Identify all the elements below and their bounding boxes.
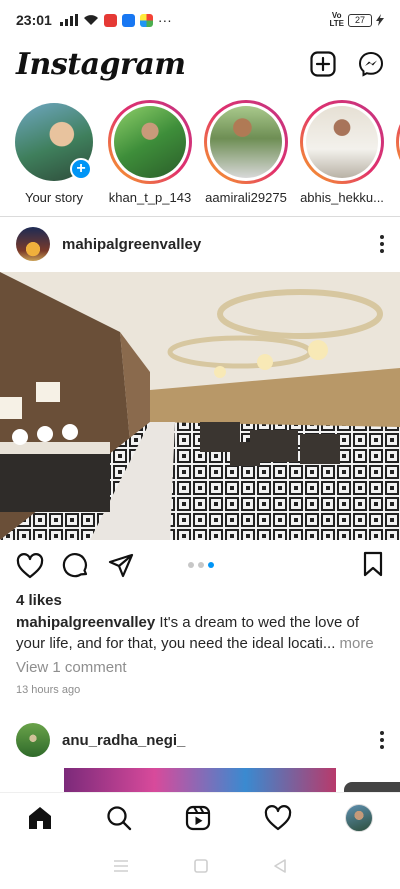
post-image-partial[interactable]	[64, 768, 336, 792]
more-options-icon[interactable]	[380, 731, 384, 749]
story-ring	[396, 100, 400, 184]
post-author-avatar[interactable]	[16, 723, 50, 757]
share-send-icon[interactable]	[108, 553, 134, 579]
view-comments-link[interactable]: View 1 comment	[16, 659, 127, 676]
post-header: mahipalgreenvalley	[0, 216, 400, 272]
reels-icon[interactable]	[185, 805, 211, 831]
menu-icon[interactable]	[112, 859, 130, 873]
post-author-avatar[interactable]	[16, 227, 50, 261]
activity-heart-icon[interactable]	[264, 804, 292, 831]
carousel-indicator	[188, 562, 214, 568]
post-header: anu_radha_negi_	[0, 712, 400, 768]
story-label: Your story	[24, 190, 84, 205]
more-options-icon[interactable]	[380, 235, 384, 253]
bottom-nav	[0, 792, 400, 842]
avatar	[210, 106, 282, 178]
story-avatar-wrap: +	[12, 100, 96, 184]
status-bar: 23:01 ··· Vo LTE 27	[0, 0, 400, 40]
story-item[interactable]: abhis_hekku...	[294, 100, 390, 210]
mi-app-icon	[103, 13, 117, 27]
avatar	[306, 106, 378, 178]
home-icon[interactable]	[27, 805, 53, 831]
volte-indicator: Vo LTE	[329, 11, 344, 28]
profile-avatar[interactable]	[345, 803, 374, 832]
post-username[interactable]: mahipalgreenvalley	[62, 236, 201, 253]
charging-icon	[376, 14, 384, 26]
system-nav-bar	[0, 842, 400, 889]
like-count[interactable]: 4 likes	[16, 592, 62, 609]
story-your-story[interactable]: + Your story	[6, 100, 102, 210]
carousel-dot-active	[208, 562, 214, 568]
story-item[interactable]: khan_t_p_143	[102, 100, 198, 210]
battery-icon: 27	[348, 13, 372, 27]
status-time: 23:01	[16, 12, 52, 28]
comment-icon[interactable]	[62, 552, 90, 580]
status-icons: ···	[59, 12, 172, 28]
facebook-icon	[121, 13, 135, 27]
carousel-dot	[188, 562, 194, 568]
caption-username[interactable]: mahipalgreenvalley	[16, 614, 155, 631]
messenger-icon[interactable]	[358, 51, 384, 77]
story-label: aamirali29275	[205, 190, 287, 205]
signal-icon	[59, 14, 78, 26]
home-square-icon[interactable]	[193, 858, 209, 874]
bookmark-icon[interactable]	[362, 551, 384, 577]
post-image[interactable]	[0, 272, 400, 540]
story-label: abhis_hekku...	[300, 190, 384, 205]
story-label: khan_t_p_143	[108, 190, 192, 205]
story-item-partial[interactable]	[390, 100, 400, 210]
banquet-hall-photo	[0, 272, 400, 540]
carousel-dot	[198, 562, 204, 568]
post-username[interactable]: anu_radha_negi_	[62, 732, 185, 749]
avatar	[114, 106, 186, 178]
stories-tray: + Your story khan_t_p_143 aamirali29275 …	[0, 100, 400, 210]
search-icon[interactable]	[106, 805, 132, 831]
new-post-icon[interactable]	[310, 51, 336, 77]
instagram-logo: Instagram	[16, 46, 186, 82]
wifi-icon	[83, 15, 98, 25]
app-badge-icon	[139, 13, 153, 27]
story-ring	[300, 100, 384, 184]
story-item[interactable]: aamirali29275	[198, 100, 294, 210]
story-ring	[204, 100, 288, 184]
more-notifications: ···	[157, 12, 172, 28]
post-actions	[0, 544, 400, 588]
post-caption: mahipalgreenvalley It's a dream to wed t…	[16, 612, 386, 654]
caption-more-link[interactable]: more	[335, 635, 374, 652]
back-icon[interactable]	[272, 858, 288, 874]
app-header: Instagram	[0, 40, 400, 88]
like-heart-icon[interactable]	[16, 553, 44, 579]
post-timestamp: 13 hours ago	[16, 684, 81, 696]
add-story-icon[interactable]: +	[70, 158, 92, 180]
story-ring	[108, 100, 192, 184]
